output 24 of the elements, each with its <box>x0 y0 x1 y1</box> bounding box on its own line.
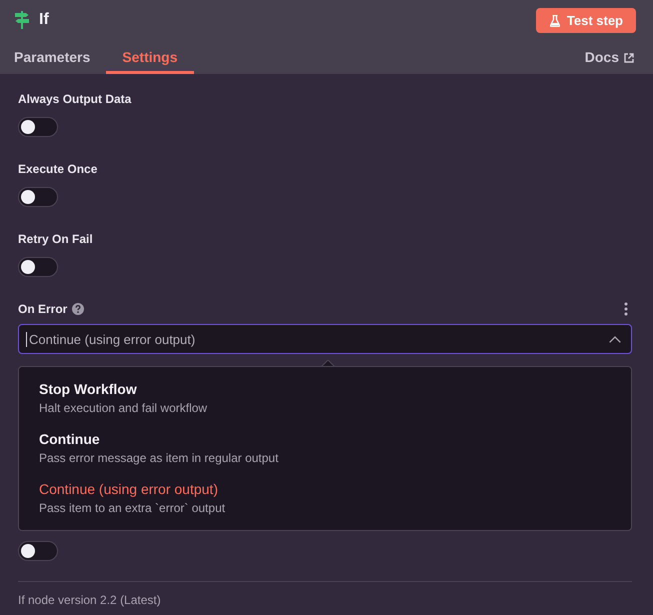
node-title: If <box>39 11 50 29</box>
tab[interactable]: Settings <box>106 40 194 74</box>
setting-label: Execute Once <box>18 161 98 178</box>
chevron-up-icon <box>609 336 621 342</box>
tab[interactable]: Parameters <box>0 40 106 74</box>
toggle-switch[interactable] <box>18 187 58 207</box>
dropdown-option[interactable]: Continue (using error output) Pass item to an extra `error` output <box>19 472 631 522</box>
setting-label: Retry On Fail <box>18 231 93 248</box>
signpost-icon <box>15 11 29 29</box>
toggle-switch[interactable] <box>18 541 58 561</box>
field-label: On Error <box>18 301 68 318</box>
docs-link[interactable]: Docs <box>584 49 619 65</box>
version-text: If node version 2.2 (Latest) <box>18 592 161 608</box>
on-error-select[interactable]: Continue (using error output) <box>18 324 632 354</box>
setting-label: Always Output Data <box>18 91 132 108</box>
toggle-switch[interactable] <box>18 117 58 137</box>
dropdown-option[interactable]: Stop Workflow Halt execution and fail workflow <box>19 372 631 422</box>
more-options-icon[interactable] <box>624 302 628 316</box>
dropdown-option[interactable]: Continue Pass error message as item in regular output <box>19 422 631 472</box>
toggle-switch[interactable] <box>18 257 58 277</box>
help-icon[interactable] <box>72 303 84 315</box>
external-link-icon[interactable] <box>624 52 634 62</box>
flask-icon <box>550 14 560 26</box>
text-cursor-icon <box>26 332 27 346</box>
